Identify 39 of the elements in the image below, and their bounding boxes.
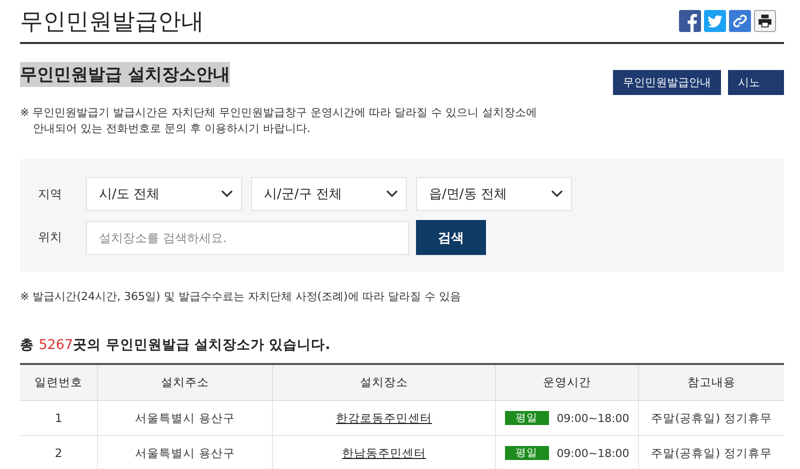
table-cell: 주말(공휴일) 정기휴무 (638, 400, 784, 436)
page-title: 무인민원발급안내 (20, 8, 204, 36)
region-select[interactable]: 시/군/구 전체 (251, 177, 407, 211)
link-icon[interactable] (729, 10, 751, 32)
table-cell: 서울특별시 용산구 (98, 436, 272, 469)
notice-text: 안내되어 있는 전화번호로 문의 후 이용하시기 바랍니다. (32, 121, 312, 137)
notice-text: ※ 무인민원발급기 발급시간은 자치단체 무인민원발급창구 운영시간에 따라 달라질 수 있으니 설치장소에 (20, 105, 538, 121)
search-button[interactable]: 검색 (416, 220, 486, 255)
column-header: 운영시간 (496, 364, 638, 400)
table-cell: 2 (20, 436, 98, 469)
region-select[interactable]: 시/도 전체 (86, 177, 242, 211)
column-header: 일련번호 (20, 364, 98, 400)
place-link[interactable]: 한남동주민센터 (342, 446, 426, 460)
day-badge: 평일 (504, 446, 549, 460)
region-select[interactable]: 읍/면/동 전체 (416, 177, 572, 211)
location-label: 위치 (38, 229, 63, 246)
facebook-icon[interactable] (679, 10, 701, 32)
place-link[interactable]: 한강로동주민센터 (336, 410, 432, 424)
column-header: 참고내용 (638, 364, 784, 400)
hours-text: 09:00~18:00 (556, 412, 630, 424)
hours-text: 09:00~18:00 (556, 446, 630, 460)
column-header: 설치장소 (272, 364, 496, 400)
chevron-down-icon (221, 190, 233, 198)
chevron-down-icon (386, 190, 398, 198)
column-header: 설치주소 (98, 364, 272, 400)
result-count: 총 5267곳의 무인민원발급 설치장소가 있습니다. (20, 336, 332, 354)
table-cell: 주말(공휴일) 정기휴무 (638, 436, 784, 469)
tab-button[interactable]: 무인민원발급안내 (613, 70, 721, 95)
footnote-text: ※ 발급시간(24시간, 365일) 및 발급수수료는 자치단체 사정(조례)에 따라 달라질 수 있음 (20, 289, 462, 304)
print-icon[interactable] (754, 10, 776, 32)
region-label: 지역 (38, 186, 63, 202)
day-badge: 평일 (504, 411, 549, 425)
table-cell: 1 (20, 400, 98, 436)
table-cell: 서울특별시 용산구 (98, 400, 272, 436)
chevron-down-icon (551, 190, 563, 198)
tab-button[interactable]: 시노 (728, 70, 784, 95)
section-title: 무인민원발급 설치장소안내 (20, 62, 230, 87)
bird-icon[interactable] (704, 10, 726, 32)
search-field[interactable]: 설치장소를 검색하세요. (86, 220, 409, 254)
